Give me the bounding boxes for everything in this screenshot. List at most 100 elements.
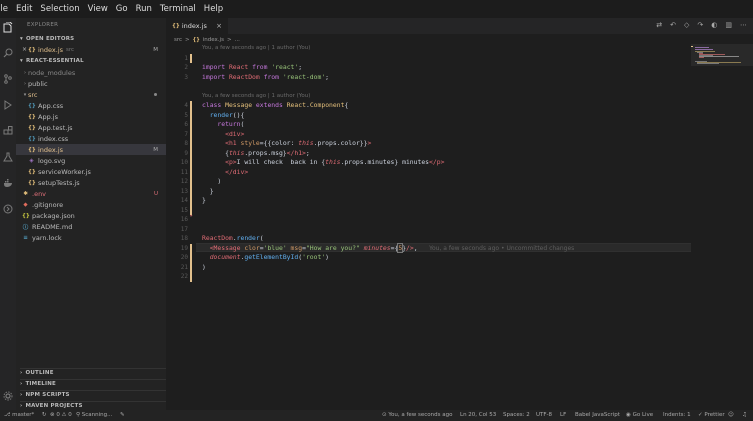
notifications-bell-icon[interactable]: ♫ <box>742 412 747 418</box>
file-package-json[interactable]: {} package.json <box>16 210 166 221</box>
tab-index-js[interactable]: {} index.js × <box>166 18 228 34</box>
files-icon[interactable] <box>2 22 13 33</box>
file-logo-svg[interactable]: ◈ logo.svg <box>16 155 166 166</box>
code-line: ) <box>202 177 222 185</box>
menu-terminal[interactable]: Terminal <box>156 0 200 18</box>
menu-help[interactable]: Help <box>200 0 227 18</box>
feedback-icon[interactable]: ☺ <box>728 412 734 418</box>
code-line: {this.props.msg}</h1>; <box>202 148 310 157</box>
chevron-right-icon: › <box>20 381 23 387</box>
go-back-icon[interactable]: ↶ <box>670 21 676 29</box>
folder-public[interactable]: › public <box>16 78 166 89</box>
indentation-setting[interactable]: Spaces: 2 <box>503 412 530 418</box>
git-file-icon: ◆ <box>23 201 28 208</box>
open-changes-icon[interactable]: ◇ <box>684 21 689 29</box>
codelens-blame[interactable]: You, a few seconds ago | 1 author (You) <box>202 44 310 53</box>
branch-indicator[interactable]: ⎇ master* <box>4 412 34 418</box>
breadcrumb: src > {} index.js > ... <box>174 35 240 44</box>
menu-go[interactable]: Go <box>112 0 132 18</box>
folder-src[interactable]: ▾ src <box>16 89 166 100</box>
git-blame-status[interactable]: ⊙ You, a few seconds ago <box>382 412 452 418</box>
go-live-button[interactable]: ◉ Go Live <box>626 412 653 418</box>
toggle-icon[interactable]: ◐ <box>711 21 717 29</box>
cursor-position[interactable]: Ln 20, Col 53 <box>460 412 496 418</box>
close-icon[interactable]: × <box>216 22 222 30</box>
git-modified-marker[interactable] <box>190 101 192 215</box>
status-bar: ⎇ master* ↻ ⊗ 0 ⚠ 0 ⚲ Scanning... ✎ ⊙ Yo… <box>0 410 753 421</box>
file-app-test-js[interactable]: {} App.test.js <box>16 122 166 133</box>
timeline-header[interactable]: › TIMELINE <box>20 379 166 387</box>
breadcrumb-folder[interactable]: src <box>174 37 182 43</box>
file-setuptests-js[interactable]: {} setupTests.js <box>16 177 166 188</box>
menu-edit[interactable]: Edit <box>12 0 36 18</box>
line-number: 10 <box>180 159 188 166</box>
modified-badge: M <box>153 146 158 153</box>
file-index-js[interactable]: {} index.js M <box>16 144 166 155</box>
remote-icon[interactable] <box>2 203 13 214</box>
git-modified-marker[interactable] <box>190 53 192 63</box>
menu-view[interactable]: View <box>84 0 112 18</box>
line-number: 13 <box>180 187 188 195</box>
more-actions-icon[interactable]: ⋯ <box>740 21 747 29</box>
js-file-icon: {} <box>192 36 200 43</box>
language-mode[interactable]: Babel JavaScript <box>575 412 620 418</box>
menu-selection[interactable]: Selection <box>36 0 83 18</box>
file-yarn-lock[interactable]: ≡ yarn.lock <box>16 232 166 243</box>
breadcrumb-more[interactable]: ... <box>235 37 240 43</box>
indents-indicator[interactable]: Indents: 1 <box>663 412 691 418</box>
line-number: 21 <box>180 263 188 271</box>
file-readme-md[interactable]: ⓘ README.md <box>16 221 166 232</box>
line-number: 19 <box>180 244 188 252</box>
code-line: import ReactDom from 'react-dom'; <box>202 72 330 81</box>
line-number: 18 <box>180 235 188 242</box>
modified-dot <box>154 93 157 96</box>
split-editor-icon[interactable]: ▥ <box>725 21 732 29</box>
settings-gear-icon[interactable] <box>2 390 13 401</box>
file-serviceworker-js[interactable]: {} serviceWorker.js <box>16 166 166 177</box>
git-modified-marker[interactable] <box>190 243 192 282</box>
flask-icon[interactable] <box>2 151 13 162</box>
menu-run[interactable]: Run <box>132 0 156 18</box>
source-control-icon[interactable] <box>2 73 13 84</box>
css-file-icon: {} <box>28 135 36 142</box>
eol-setting[interactable]: LF <box>560 412 566 418</box>
code-editor[interactable]: You, a few seconds ago | 1 author (You) … <box>166 44 691 410</box>
search-icon[interactable] <box>2 47 13 58</box>
file-env[interactable]: ✱ .env U <box>16 188 166 199</box>
prettier-indicator[interactable]: ✓ Prettier <box>698 412 725 418</box>
scanning-indicator: ⚲ Scanning... <box>76 412 113 418</box>
npm-scripts-header[interactable]: › NPM SCRIPTS <box>20 390 166 398</box>
maven-projects-header[interactable]: › MAVEN PROJECTS <box>20 401 166 409</box>
extensions-icon[interactable] <box>2 125 13 136</box>
code-line: ) <box>202 262 206 271</box>
menu-file[interactable]: ile <box>0 0 12 18</box>
sync-icon[interactable]: ↻ <box>42 412 47 418</box>
go-forward-icon[interactable]: ↷ <box>697 21 703 29</box>
line-number: 9 <box>184 149 188 157</box>
encoding-setting[interactable]: UTF-8 <box>536 412 552 418</box>
compare-changes-icon[interactable]: ⇄ <box>656 21 662 29</box>
open-editors-header[interactable]: ▾ OPEN EDITORS <box>20 36 74 42</box>
line-number: 22 <box>180 273 188 280</box>
line-number: 8 <box>184 140 188 147</box>
outline-header[interactable]: › OUTLINE <box>20 368 166 376</box>
file-gitignore[interactable]: ◆ .gitignore <box>16 199 166 210</box>
docker-icon[interactable] <box>2 177 13 188</box>
line-number: 4 <box>184 102 188 109</box>
minimap[interactable] <box>691 44 753 410</box>
file-app-js[interactable]: {} App.js <box>16 111 166 122</box>
run-debug-icon[interactable] <box>2 99 13 110</box>
open-editor-item[interactable]: × {} index.js src M <box>16 44 166 55</box>
git-deleted-marker[interactable]: ▸ <box>190 213 193 219</box>
wrench-icon[interactable]: ✎ <box>120 412 125 418</box>
folder-node-modules[interactable]: › node_modules <box>16 67 166 78</box>
file-index-css[interactable]: {} index.css <box>16 133 166 144</box>
problems-indicator[interactable]: ⊗ 0 ⚠ 0 <box>50 412 72 418</box>
code-line: <div> <box>225 129 245 138</box>
breadcrumb-file[interactable]: index.js <box>203 37 224 43</box>
project-header[interactable]: ▾ REACT-ESSENTIAL <box>20 58 84 64</box>
file-app-css[interactable]: {} App.css <box>16 100 166 111</box>
codelens-blame[interactable]: You, a few seconds ago | 1 author (You) <box>202 92 310 101</box>
js-file-icon: {} <box>28 179 36 186</box>
js-file-icon: {} <box>28 124 36 131</box>
